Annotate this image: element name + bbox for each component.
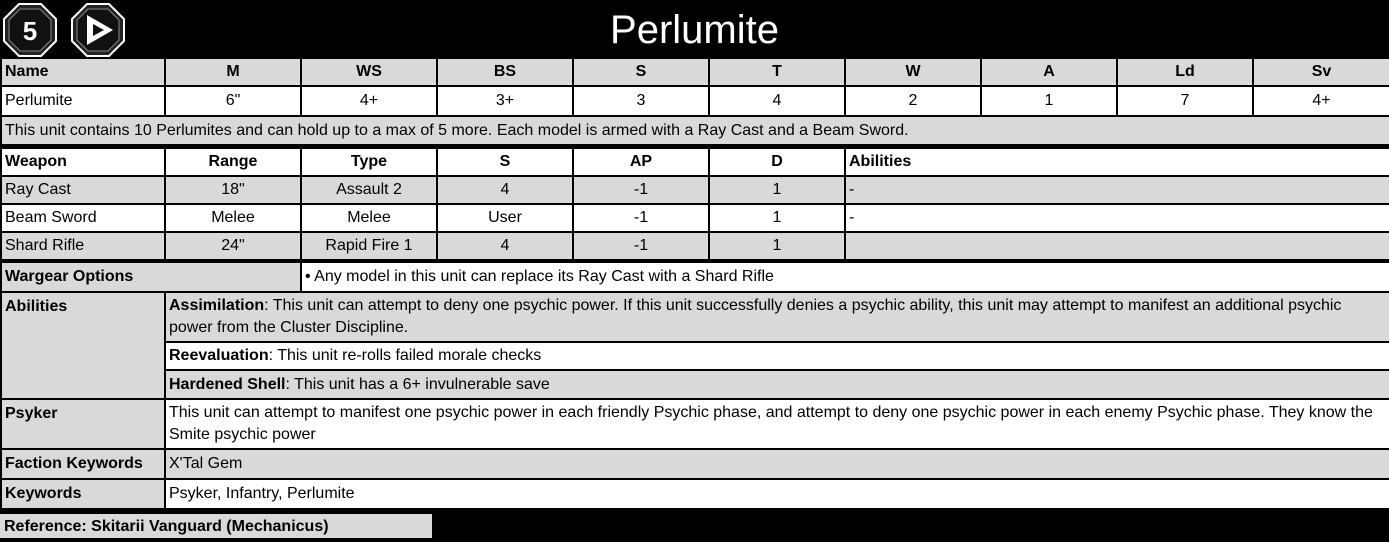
faction-keywords-label: Faction Keywords [0,448,166,480]
stat-s: 3 [572,85,710,117]
weapon-header-d: D [708,147,846,177]
stat-header-a: A [980,57,1118,87]
stat-header-t: T [708,57,846,87]
psyker-row: Psyker This unit can attempt to manifest… [0,398,1389,450]
stat-t: 4 [708,85,846,117]
weapon-header-ap: AP [572,147,710,177]
datasheet-header: 5 Perlumite [0,0,1389,58]
weapon-damage: 1 [708,175,846,205]
ability-text: : This unit has a 6+ invulnerable save [285,375,550,393]
weapon-name: Shard Rifle [0,231,166,261]
wargear-row: Wargear Options • Any model in this unit… [0,261,1389,293]
keywords-row: Keywords Psyker, Infantry, Perlumite [0,478,1389,510]
faction-keywords-text: X'Tal Gem [164,448,1389,480]
weapon-abilities: - [844,203,1389,233]
weapon-range: 18" [164,175,302,205]
weapon-header-range: Range [164,147,302,177]
weapon-header-weapon: Weapon [0,147,166,177]
weapon-strength: 4 [436,175,574,205]
weapon-row: Beam Sword Melee Melee User -1 1 - [0,203,1389,233]
weapon-strength: User [436,203,574,233]
weapons-table: Weapon Range Type S AP D Abilities Ray C… [0,147,1389,261]
stat-w: 2 [844,85,982,117]
keywords-label: Keywords [0,478,166,510]
weapon-abilities [844,231,1389,261]
ability-name: Hardened Shell [169,375,286,393]
stats-header-row: Name M WS BS S T W A Ld Sv [0,57,1389,87]
weapon-name: Ray Cast [0,175,166,205]
faction-keywords-row: Faction Keywords X'Tal Gem [0,448,1389,480]
wargear-label: Wargear Options [0,261,302,293]
unit-title: Perlumite [610,8,779,52]
stat-ws: 4+ [300,85,438,117]
ability-row: Reevaluation: This unit re-rolls failed … [1,341,1389,371]
stat-header-sv: Sv [1252,57,1389,87]
weapon-ap: -1 [572,231,710,261]
stats-table: Name M WS BS S T W A Ld Sv Perlumite 6" … [0,57,1389,146]
ability-row: Abilities Assimilation: This unit can at… [0,291,1389,400]
stat-ld: 7 [1116,85,1254,117]
stat-bs: 3+ [436,85,574,117]
ability-text: : This unit can attempt to deny one psyc… [169,297,1342,336]
stat-name: Perlumite [0,85,166,117]
weapon-header-type: Type [300,147,438,177]
ability-name: Assimilation [169,297,265,314]
wargear-table: Wargear Options • Any model in this unit… [0,261,1389,293]
stat-sv: 4+ [1252,85,1389,117]
stat-m: 6" [164,85,302,117]
ability-text: : This unit re-rolls failed morale check… [268,347,542,364]
stat-header-bs: BS [436,57,574,87]
weapon-name: Beam Sword [0,203,166,233]
stat-header-ld: Ld [1116,57,1254,87]
weapon-range: Melee [164,203,302,233]
stats-value-row: Perlumite 6" 4+ 3+ 3 4 2 1 7 4+ [0,85,1389,117]
weapon-row: Shard Rifle 24" Rapid Fire 1 4 -1 1 [0,231,1389,261]
stat-header-m: M [164,57,302,87]
weapon-type: Melee [300,203,438,233]
weapon-damage: 1 [708,203,846,233]
stat-header-s: S [572,57,710,87]
stat-a: 1 [980,85,1118,117]
description-row: This unit contains 10 Perlumites and can… [0,115,1389,146]
ability-row: Hardened Shell: This unit has a 6+ invul… [1,369,1389,400]
weapon-type: Rapid Fire 1 [300,231,438,261]
ability-reevaluation: Reevaluation: This unit re-rolls failed … [164,341,1389,371]
weapon-damage: 1 [708,231,846,261]
reference-label: Reference: Skitarii Vanguard (Mechanicus… [0,512,432,538]
keywords-text: Psyker, Infantry, Perlumite [164,478,1389,510]
weapon-ap: -1 [572,175,710,205]
weapons-header-row: Weapon Range Type S AP D Abilities [0,147,1389,177]
unit-description: This unit contains 10 Perlumites and can… [0,115,1389,146]
weapon-header-abilities: Abilities [844,147,1389,177]
stat-header-ws: WS [300,57,438,87]
ability-name: Reevaluation [169,347,269,364]
weapon-range: 24" [164,231,302,261]
weapon-ap: -1 [572,203,710,233]
ability-hardened-shell: Hardened Shell: This unit has a 6+ invul… [164,369,1389,400]
psyker-text: This unit can attempt to manifest one ps… [164,398,1389,450]
ability-assimilation: Assimilation: This unit can attempt to d… [164,291,1389,343]
weapon-strength: 4 [436,231,574,261]
wargear-text: • Any model in this unit can replace its… [300,261,1389,293]
stat-header-name: Name [0,57,166,87]
weapon-type: Assault 2 [300,175,438,205]
abilities-label: Abilities [0,291,166,400]
weapon-row: Ray Cast 18" Assault 2 4 -1 1 - [0,175,1389,205]
stat-header-w: W [844,57,982,87]
psyker-label: Psyker [0,398,166,450]
weapon-header-s: S [436,147,574,177]
weapon-abilities: - [844,175,1389,205]
abilities-table: Abilities Assimilation: This unit can at… [0,291,1389,510]
